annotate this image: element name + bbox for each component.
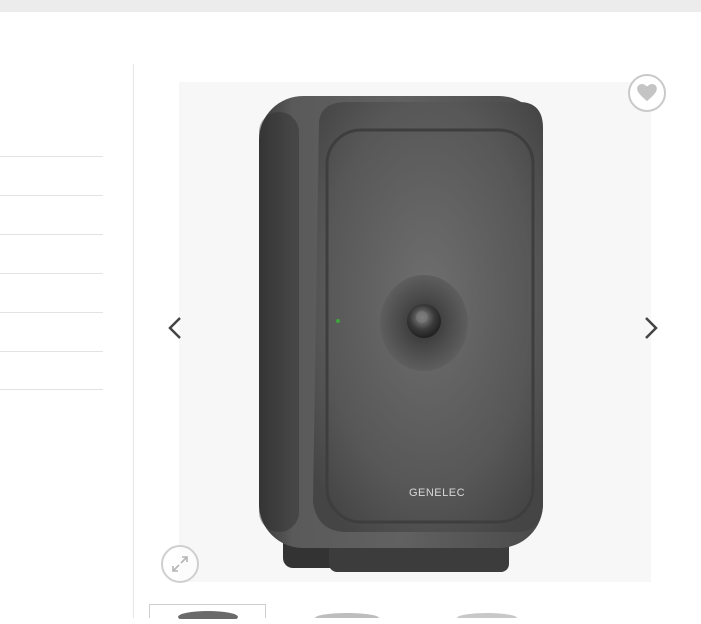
sidebar-item[interactable]: [0, 351, 103, 390]
sidebar-item[interactable]: [0, 195, 103, 234]
column-divider: [133, 64, 134, 618]
thumbnail-item[interactable]: [149, 604, 266, 623]
heart-icon: [637, 84, 657, 102]
chevron-left-icon: [168, 317, 181, 339]
sidebar-item[interactable]: [0, 234, 103, 273]
thumbnail-item[interactable]: [289, 604, 406, 623]
thumbnail-item[interactable]: [429, 604, 546, 623]
expand-icon: [172, 556, 188, 572]
chevron-right-icon: [645, 317, 658, 339]
sidebar-item[interactable]: [0, 312, 103, 351]
next-image-button[interactable]: [639, 314, 663, 342]
zoom-button[interactable]: [161, 545, 199, 583]
thumbnail-strip: [149, 604, 681, 623]
sidebar-menu: [0, 156, 103, 390]
sidebar-item[interactable]: [0, 156, 103, 195]
product-gallery[interactable]: GENELEC: [149, 64, 681, 592]
top-bar: [0, 0, 701, 12]
wishlist-button[interactable]: [628, 74, 666, 112]
previous-image-button[interactable]: [163, 314, 187, 342]
sidebar-item[interactable]: [0, 273, 103, 312]
brand-label: GENELEC: [408, 487, 466, 499]
product-image: [259, 96, 543, 572]
